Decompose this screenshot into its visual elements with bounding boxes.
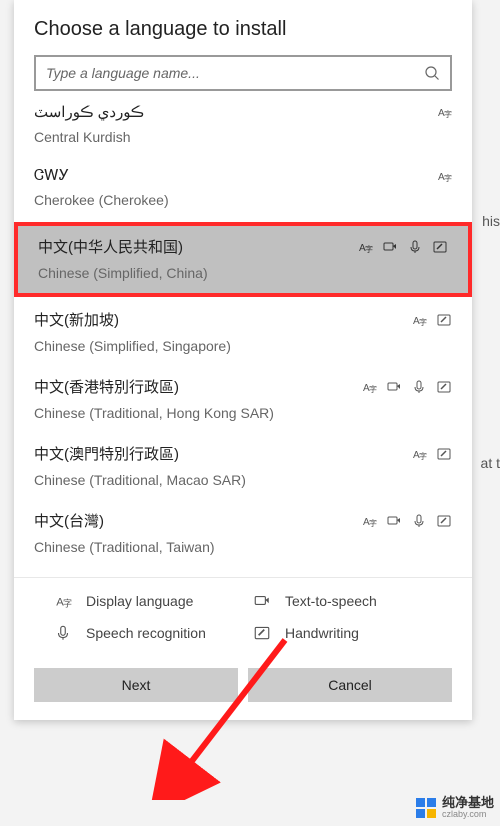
- language-list: ڪوردي ڪوراسٽ A字 Central Kurdish ᏣᎳᎩ A字 C…: [14, 101, 472, 577]
- tts-icon: [253, 592, 271, 610]
- language-native-name: 中文(中华人民共和国): [38, 236, 183, 257]
- display-icon: A字: [436, 168, 452, 184]
- feature-icons: A字: [411, 312, 452, 328]
- cancel-button[interactable]: Cancel: [248, 668, 452, 702]
- feature-icons: A字: [361, 379, 452, 395]
- legend-label: Speech recognition: [86, 625, 243, 641]
- language-native-name: ڪوردي ڪوراسٽ: [34, 103, 144, 121]
- bg-text: at t: [481, 455, 500, 471]
- svg-text:字: 字: [419, 317, 427, 327]
- watermark-text-url: czlaby.com: [442, 810, 494, 820]
- tts-icon: [382, 239, 398, 255]
- language-native-name: 中文(香港特別行政區): [34, 376, 179, 397]
- language-english-name: Chinese (Traditional, Hong Kong SAR): [34, 405, 452, 421]
- handwriting-icon: [253, 624, 271, 642]
- language-english-name: Chinese (Traditional, Macao SAR): [34, 472, 452, 488]
- handwriting-icon: [432, 239, 448, 255]
- dialog-title: Choose a language to install: [14, 0, 472, 55]
- bg-text: his: [482, 213, 500, 229]
- display-icon: A字: [361, 513, 377, 529]
- language-native-name: ᏣᎳᎩ: [34, 167, 69, 184]
- display-icon: A字: [54, 592, 72, 610]
- list-item[interactable]: 中文(澳門特別行政區) A字 Chinese (Traditional, Mac…: [14, 433, 472, 500]
- list-item[interactable]: 中文(新加坡) A字 Chinese (Simplified, Singapor…: [14, 299, 472, 366]
- button-row: Next Cancel: [14, 654, 472, 720]
- language-install-dialog: Choose a language to install ڪوردي ڪوراس…: [14, 0, 472, 720]
- display-icon: A字: [361, 379, 377, 395]
- feature-icons: A字: [436, 104, 452, 120]
- svg-text:字: 字: [419, 451, 427, 461]
- speech-icon: [407, 239, 423, 255]
- next-button[interactable]: Next: [34, 668, 238, 702]
- language-english-name: Cherokee (Cherokee): [34, 192, 452, 208]
- language-native-name: 中文(台灣): [34, 510, 104, 531]
- svg-text:字: 字: [444, 109, 452, 119]
- feature-icons: A字: [411, 446, 452, 462]
- speech-icon: [411, 379, 427, 395]
- legend-label: Display language: [86, 593, 243, 609]
- language-native-name: 中文(新加坡): [34, 309, 119, 330]
- language-english-name: Chinese (Simplified, Singapore): [34, 338, 452, 354]
- watermark-text-cn: 纯净基地: [442, 796, 494, 810]
- svg-text:字: 字: [365, 244, 373, 254]
- legend-label: Handwriting: [285, 625, 442, 641]
- watermark-logo-icon: [414, 796, 438, 820]
- display-icon: A字: [411, 446, 427, 462]
- list-item[interactable]: 中文(台灣) A字 Chinese (Traditional, Taiwan): [14, 500, 472, 567]
- search-container: [14, 55, 472, 101]
- handwriting-icon: [436, 312, 452, 328]
- search-icon: [424, 65, 440, 81]
- legend-label: Text-to-speech: [285, 593, 442, 609]
- language-english-name: Chinese (Simplified, China): [38, 265, 448, 281]
- svg-text:字: 字: [369, 518, 377, 528]
- handwriting-icon: [436, 513, 452, 529]
- search-input[interactable]: [46, 65, 424, 81]
- feature-icons: A字: [361, 513, 452, 529]
- feature-legend: A字 Display language Text-to-speech Speec…: [14, 578, 472, 654]
- svg-text:字: 字: [63, 598, 72, 609]
- language-english-name: Central Kurdish: [34, 129, 452, 145]
- display-icon: A字: [436, 104, 452, 120]
- feature-icons: A字: [436, 168, 452, 184]
- tts-icon: [386, 513, 402, 529]
- list-item[interactable]: ڪوردي ڪوراسٽ A字 Central Kurdish: [14, 101, 472, 157]
- language-english-name: Chinese (Traditional, Taiwan): [34, 539, 452, 555]
- tts-icon: [386, 379, 402, 395]
- display-icon: A字: [411, 312, 427, 328]
- handwriting-icon: [436, 446, 452, 462]
- speech-icon: [411, 513, 427, 529]
- list-item-selected[interactable]: 中文(中华人民共和国) A字 Chinese (Simplified, Chin…: [14, 222, 472, 297]
- watermark: 纯净基地 czlaby.com: [414, 796, 494, 820]
- svg-text:字: 字: [369, 384, 377, 394]
- handwriting-icon: [436, 379, 452, 395]
- list-item[interactable]: 中文(香港特別行政區) A字 Chinese (Traditional, Hon…: [14, 366, 472, 433]
- search-box[interactable]: [34, 55, 452, 91]
- language-native-name: 中文(澳門特別行政區): [34, 443, 179, 464]
- speech-icon: [54, 624, 72, 642]
- svg-text:字: 字: [444, 173, 452, 183]
- feature-icons: A字: [357, 239, 448, 255]
- list-item[interactable]: ᏣᎳᎩ A字 Cherokee (Cherokee): [14, 157, 472, 220]
- display-icon: A字: [357, 239, 373, 255]
